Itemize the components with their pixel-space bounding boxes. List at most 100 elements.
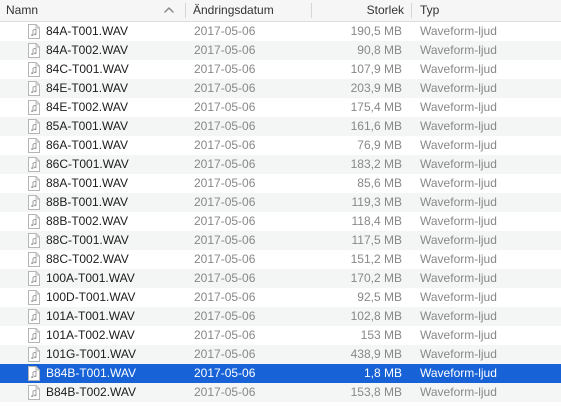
table-row[interactable]: 100A-T001.WAV 2017-05-06 170,2 MB Waveform-… [0,269,561,288]
file-name: 101A-T002.WAV [46,328,135,342]
file-name: 84A-T002.WAV [46,43,129,57]
file-size: 118,4 MB [351,214,402,228]
file-modified-date: 2017-05-06 [194,81,256,95]
column-header-size[interactable]: Storlek [312,0,412,21]
column-header-name[interactable]: Namn [0,0,185,21]
file-rows: 84A-T001.WAV 2017-05-06 190,5 MB Waveform-l… [0,22,561,406]
column-header-modified-label: Ändringsdatum [193,3,274,17]
file-kind: Waveform-ljud [420,271,497,285]
table-row[interactable]: 84E-T001.WAV 2017-05-06 203,9 MB Waveform-l… [0,79,561,98]
table-row[interactable]: 84A-T002.WAV 2017-05-06 90,8 MB Waveform-lj… [0,41,561,60]
file-kind: Waveform-ljud [420,252,497,266]
file-name: 85A-T001.WAV [46,119,129,133]
file-kind: Waveform-ljud [420,119,497,133]
table-row[interactable]: 88B-T001.WAV 2017-05-06 119,3 MB Waveform-l… [0,193,561,212]
audio-file-icon [28,385,40,400]
file-name: 88A-T001.WAV [46,176,129,190]
table-row[interactable]: 86C-T001.WAV 2017-05-06 183,2 MB Waveform-l… [0,155,561,174]
audio-file-icon [28,252,40,267]
file-modified-date: 2017-05-06 [194,347,256,361]
audio-file-icon [28,233,40,248]
file-name: 84A-T001.WAV [46,24,129,38]
file-name: 84E-T002.WAV [46,100,129,114]
table-row[interactable]: 88C-T002.WAV 2017-05-06 151,2 MB Waveform-l… [0,250,561,269]
column-header-kind-label: Typ [420,3,440,17]
file-size: 76,9 MB [357,138,402,152]
table-row[interactable]: 101A-T002.WAV 2017-05-06 153 MB Waveform-lj… [0,326,561,345]
file-name: 100D-T001.WAV [46,290,136,304]
table-row[interactable]: 84A-T001.WAV 2017-05-06 190,5 MB Waveform-l… [0,22,561,41]
audio-file-icon [28,328,40,343]
audio-file-icon [28,347,40,362]
audio-file-icon [28,271,40,286]
table-row[interactable]: 88B-T002.WAV 2017-05-06 118,4 MB Waveform-l… [0,212,561,231]
file-modified-date: 2017-05-06 [194,157,256,171]
file-size: 151,2 MB [350,252,402,266]
table-row[interactable]: 101G-T001.WAV 2017-05-06 438,9 MB Waveform-… [0,345,561,364]
file-name: 88C-T001.WAV [46,233,129,247]
file-kind: Waveform-ljud [420,290,497,304]
file-modified-date: 2017-05-06 [194,195,256,209]
table-row[interactable]: 101A-T001.WAV 2017-05-06 102,8 MB Waveform-… [0,307,561,326]
file-kind: Waveform-ljud [420,195,497,209]
file-size: 102,8 MB [350,309,402,323]
file-size: 183,2 MB [350,157,402,171]
file-kind: Waveform-ljud [420,366,497,380]
table-row[interactable]: B84B-T002.WAV 2017-05-06 153,8 MB Waveform-… [0,383,561,402]
audio-file-icon [28,366,40,381]
file-kind: Waveform-ljud [420,233,497,247]
file-modified-date: 2017-05-06 [194,309,256,323]
file-name: 88B-T002.WAV [46,214,129,228]
table-row[interactable]: 88C-T001.WAV 2017-05-06 117,5 MB Waveform-l… [0,231,561,250]
file-size: 107,9 MB [350,62,402,76]
file-kind: Waveform-ljud [420,385,497,399]
file-modified-date: 2017-05-06 [194,100,256,114]
file-name: 84C-T001.WAV [46,62,129,76]
file-size: 90,8 MB [357,43,402,57]
file-modified-date: 2017-05-06 [194,43,256,57]
chevron-up-icon[interactable] [162,3,176,17]
file-size: 117,5 MB [351,233,402,247]
audio-file-icon [28,290,40,305]
table-row[interactable]: 85A-T001.WAV 2017-05-06 161,6 MB Waveform-l… [0,117,561,136]
audio-file-icon [28,62,40,77]
file-size: 175,4 MB [350,100,402,114]
file-size: 1,8 MB [363,366,402,380]
table-row[interactable]: 84E-T002.WAV 2017-05-06 175,4 MB Waveform-l… [0,98,561,117]
file-kind: Waveform-ljud [420,81,497,95]
file-kind: Waveform-ljud [420,214,497,228]
file-size: 153 MB [360,328,402,342]
file-modified-date: 2017-05-06 [194,252,256,266]
file-kind: Waveform-ljud [420,24,497,38]
file-modified-date: 2017-05-06 [194,328,256,342]
file-size: 153,8 MB [350,385,402,399]
file-name: B84B-T002.WAV [46,385,137,399]
file-modified-date: 2017-05-06 [194,290,256,304]
file-modified-date: 2017-05-06 [194,176,256,190]
file-list-view: Namn Ändringsdatum Storlek Typ 84A-T001.… [0,0,561,406]
column-header-kind[interactable]: Typ [412,0,561,21]
column-header-modified[interactable]: Ändringsdatum [186,0,311,21]
file-name: 101A-T001.WAV [46,309,135,323]
file-modified-date: 2017-05-06 [194,24,256,38]
table-row[interactable]: 100D-T001.WAV 2017-05-06 92,5 MB Waveform-l… [0,288,561,307]
audio-file-icon [28,81,40,96]
file-kind: Waveform-ljud [420,328,497,342]
audio-file-icon [28,100,40,115]
audio-file-icon [28,43,40,58]
file-modified-date: 2017-05-06 [194,62,256,76]
file-size: 170,2 MB [350,271,402,285]
table-row[interactable]: 88A-T001.WAV 2017-05-06 85,6 MB Waveform-lj… [0,174,561,193]
file-modified-date: 2017-05-06 [194,271,256,285]
file-name: B84B-T001.WAV [46,366,137,380]
file-size: 85,6 MB [357,176,402,190]
file-modified-date: 2017-05-06 [194,119,256,133]
table-row[interactable]: 84C-T001.WAV 2017-05-06 107,9 MB Waveform-l… [0,60,561,79]
audio-file-icon [28,214,40,229]
table-row-selected[interactable]: B84B-T001.WAV 2017-05-06 1,8 MB Waveform-lj… [0,364,561,383]
file-name: 84E-T001.WAV [46,81,129,95]
file-size: 161,6 MB [350,119,402,133]
table-row[interactable]: 86A-T001.WAV 2017-05-06 76,9 MB Waveform-lj… [0,136,561,155]
column-header-name-label: Namn [6,3,39,17]
audio-file-icon [28,195,40,210]
